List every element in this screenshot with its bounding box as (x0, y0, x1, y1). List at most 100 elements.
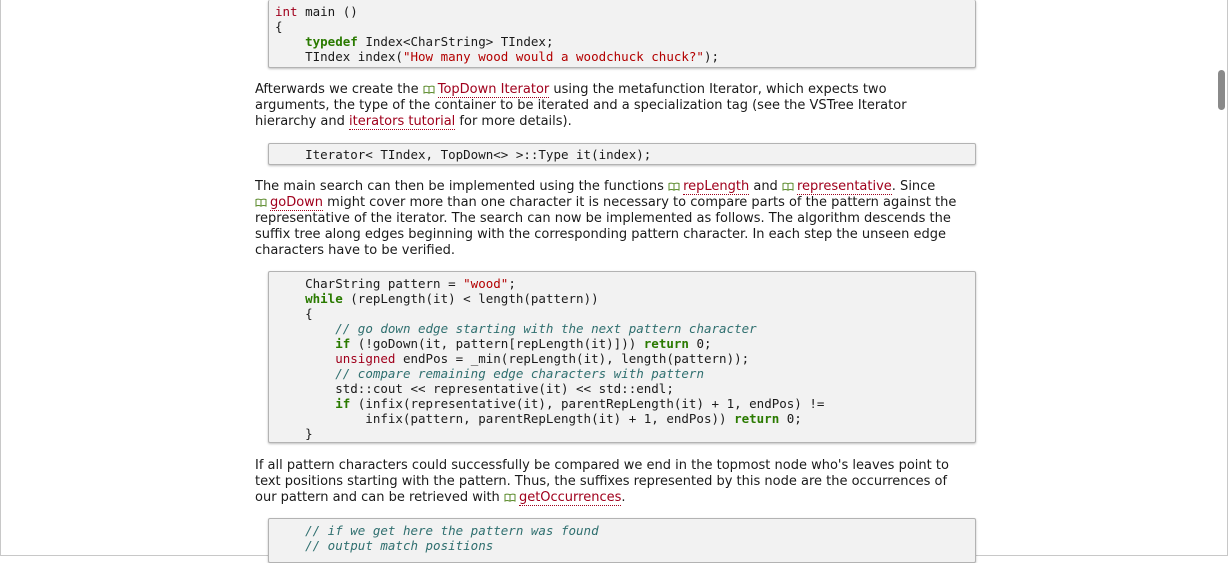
code-token: CharString pattern = (275, 276, 464, 291)
code-token: (repLength(it) < length(pattern)) (342, 291, 599, 306)
text-segment: might cover more than one character it i… (323, 195, 957, 210)
code-line: unsigned endPos = _min(repLength(it), le… (275, 351, 975, 366)
text-line: representative of the iterator. The sear… (255, 211, 983, 227)
text-segment: Afterwards we create the (255, 82, 423, 97)
code-line: int main () (275, 4, 975, 19)
text-line: goDown might cover more than one charact… (255, 195, 983, 211)
text-segment: text positions starting with the pattern… (255, 474, 948, 489)
code-line: std::cout << representative(it) << std::… (275, 381, 975, 396)
code-token: Iterator< TIndex, TopDown<> >::Type it(i… (275, 147, 652, 162)
code-token: // if we get here the pattern was found (305, 523, 599, 538)
book-icon (668, 182, 680, 191)
code-line: // output match positions (275, 538, 975, 553)
text-segment: arguments, the type of the container to … (255, 98, 907, 113)
book-icon (255, 198, 267, 207)
text-line: suffix tree along edges beginning with t… (255, 227, 983, 243)
text-segment: hierarchy and (255, 114, 350, 129)
code-line: typedef Index<CharString> TIndex; (275, 34, 975, 49)
code-token: // output match positions (305, 538, 494, 553)
code-line: { (275, 306, 975, 321)
text-line: Afterwards we create the TopDown Iterato… (255, 82, 983, 98)
code-block-iterator: Iterator< TIndex, TopDown<> >::Type it(i… (268, 143, 976, 165)
code-line: // go down edge starting with the next p… (275, 321, 975, 336)
doc-link-replength[interactable]: repLength (683, 179, 750, 195)
text-segment: for more details). (455, 114, 572, 129)
text-line: arguments, the type of the container to … (255, 98, 983, 114)
code-line: } (275, 426, 975, 441)
book-icon (782, 182, 794, 191)
code-token: return (734, 411, 780, 426)
code-token: 0; (779, 411, 802, 426)
code-line: infix(pattern, parentRepLength(it) + 1, … (275, 411, 975, 426)
doc-link-godown[interactable]: goDown (270, 195, 324, 211)
code-token: return (643, 336, 689, 351)
book-icon (423, 85, 435, 94)
code-token: // go down edge starting with the next p… (335, 321, 757, 336)
text-line: If all pattern characters could successf… (255, 458, 983, 474)
code-token: if (335, 396, 351, 411)
code-token: (!goDown(it, pattern[repLength(it)])) (350, 336, 644, 351)
text-line: our pattern and can be retrieved with ge… (255, 490, 983, 506)
paragraph-occurrences: If all pattern characters could successf… (255, 458, 983, 506)
doc-link-iterators-tutorial[interactable]: iterators tutorial (349, 114, 456, 130)
code-token: "How many wood would a woodchuck chuck?" (402, 49, 704, 64)
doc-link-representative[interactable]: representative (796, 179, 892, 195)
code-token: unsigned (335, 351, 396, 366)
doc-link-topdown-iterator[interactable]: TopDown Iterator (437, 82, 550, 98)
code-line: // compare remaining edge characters wit… (275, 366, 975, 381)
code-token: typedef (305, 34, 358, 49)
text-line: text positions starting with the pattern… (255, 474, 983, 490)
code-token: } (275, 426, 313, 441)
text-segment: representative of the iterator. The sear… (255, 211, 951, 226)
code-token: infix(pattern, parentRepLength(it) + 1, … (275, 411, 735, 426)
code-token: // compare remaining edge characters wit… (335, 366, 704, 381)
text-segment: The main search can then be implemented … (255, 179, 669, 194)
text-segment: characters have to be verified. (255, 243, 455, 258)
code-line: // if we get here the pattern was found (275, 523, 975, 538)
code-token: TIndex index( (275, 49, 403, 64)
vertical-scrollbar[interactable] (1218, 70, 1225, 110)
code-token: while (305, 291, 343, 306)
text-segment: suffix tree along edges beginning with t… (255, 227, 946, 242)
code-line: if (infix(representative(it), parentRepL… (275, 396, 975, 411)
code-token: std::cout << representative(it) << std::… (275, 381, 674, 396)
code-line: while (repLength(it) < length(pattern)) (275, 291, 975, 306)
code-token: { (275, 306, 313, 321)
code-token: endPos = _min(repLength(it), length(patt… (395, 351, 750, 366)
code-line: TIndex index("How many wood would a wood… (275, 49, 975, 64)
text-segment: . Since (891, 179, 936, 194)
code-token: "wood" (463, 276, 509, 291)
code-block-search: CharString pattern = "wood"; while (repL… (268, 271, 976, 443)
code-line: Iterator< TIndex, TopDown<> >::Type it(i… (275, 147, 975, 162)
text-segment: our pattern and can be retrieved with (255, 490, 504, 505)
doc-link-getoccurrences[interactable]: getOccurrences (518, 490, 622, 506)
code-block-output: // if we get here the pattern was found … (268, 518, 976, 563)
code-token: (infix(representative(it), parentRepLeng… (350, 396, 825, 411)
code-token: if (335, 336, 351, 351)
code-token: ; (508, 276, 516, 291)
text-line: characters have to be verified. (255, 243, 983, 259)
code-token: 0; (688, 336, 712, 351)
code-token: Index<CharString> TIndex; (357, 34, 554, 49)
code-token: { (275, 19, 283, 34)
text-line: hierarchy and iterators tutorial for mor… (255, 114, 983, 130)
code-token: main () (297, 4, 358, 19)
code-line: { (275, 19, 975, 34)
code-token: int (275, 4, 298, 19)
text-segment: using the metafunction Iterator, which e… (549, 82, 887, 97)
book-icon (504, 493, 516, 502)
code-token: ); (703, 49, 720, 64)
paragraph-search: The main search can then be implemented … (255, 179, 983, 259)
code-line: CharString pattern = "wood"; (275, 276, 975, 291)
code-block-main: int main (){ typedef Index<CharString> T… (268, 0, 976, 68)
text-segment: and (749, 179, 782, 194)
paragraph-iterator: Afterwards we create the TopDown Iterato… (255, 82, 983, 130)
code-line: if (!goDown(it, pattern[repLength(it)]))… (275, 336, 975, 351)
